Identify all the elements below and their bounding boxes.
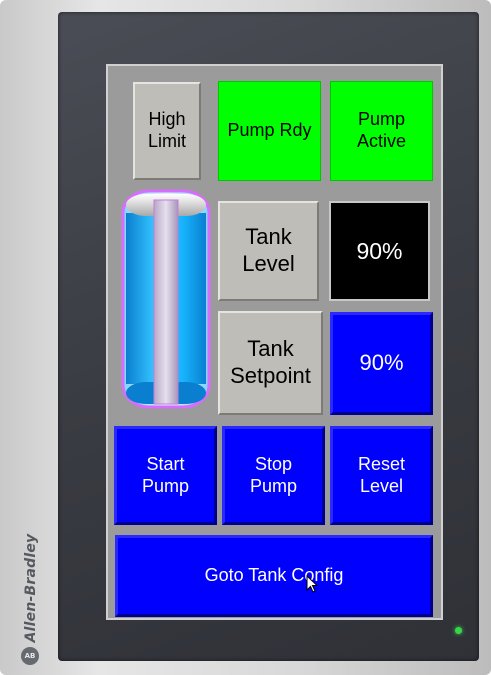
- pump-ready-indicator: Pump Rdy: [218, 81, 321, 181]
- reset-level-button[interactable]: Reset Level: [330, 426, 433, 525]
- mouse-cursor-icon: [306, 575, 318, 593]
- status-led-icon: [455, 627, 462, 634]
- stop-pump-button[interactable]: Stop Pump: [222, 426, 325, 525]
- brand-name: Allen-Bradley: [23, 533, 39, 642]
- tank-setpoint-label: Tank Setpoint: [218, 311, 323, 415]
- high-limit-indicator: High Limit: [133, 82, 201, 180]
- goto-tank-config-button[interactable]: Goto Tank Config: [115, 535, 433, 617]
- tank-level-graphic: [121, 189, 211, 409]
- tank-setpoint-input[interactable]: 90%: [330, 312, 433, 415]
- pump-active-indicator: Pump Active: [330, 81, 433, 181]
- brand-label: Allen-Bradley AB: [18, 510, 44, 665]
- start-pump-button[interactable]: Start Pump: [114, 426, 217, 525]
- tank-level-label: Tank Level: [218, 201, 319, 301]
- brand-logo-icon: AB: [21, 647, 39, 665]
- tank-level-value: 90%: [329, 201, 430, 301]
- hmi-device: Allen-Bradley AB High Limit Pump Rdy Pum…: [0, 0, 491, 675]
